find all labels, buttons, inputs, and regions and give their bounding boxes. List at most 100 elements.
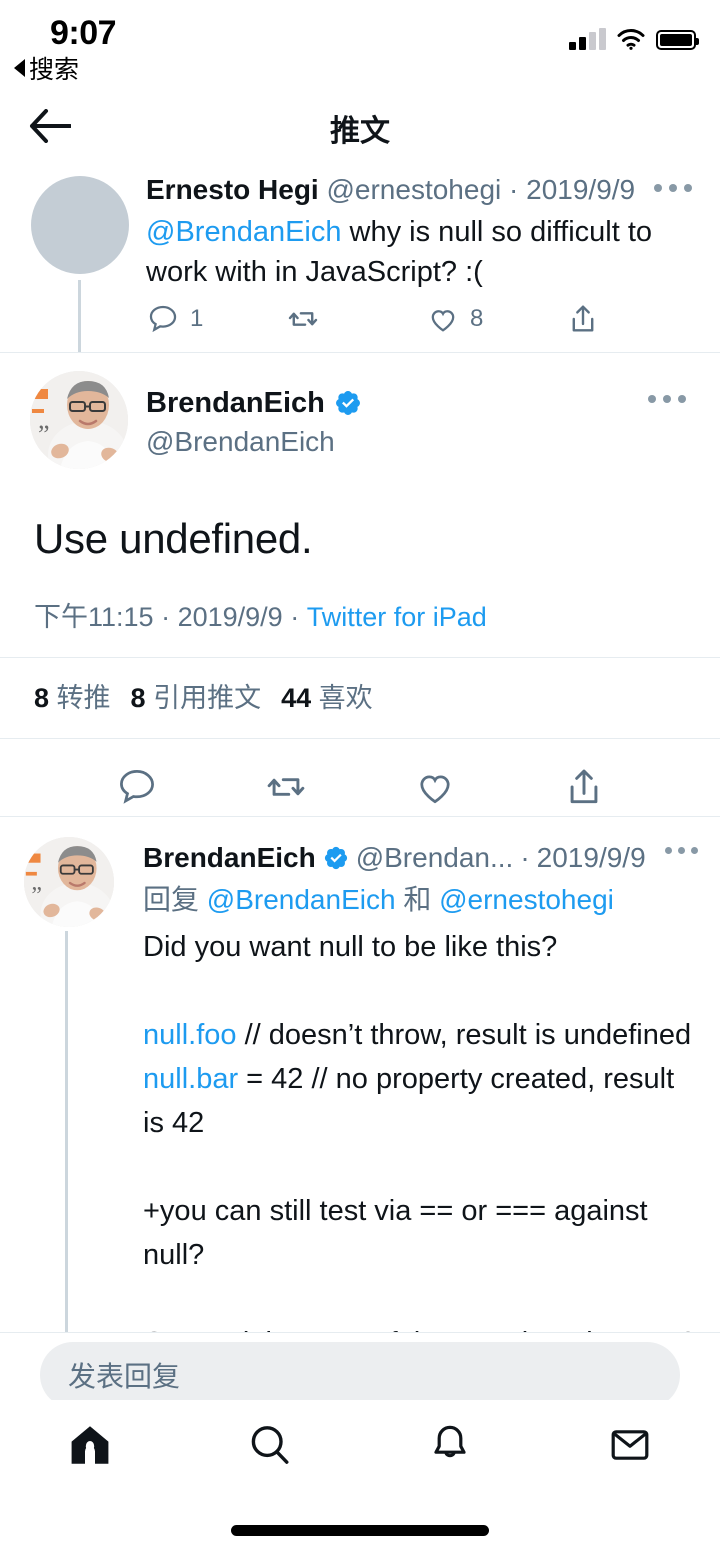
parent-retweet-button[interactable] xyxy=(286,302,426,336)
parent-share-button[interactable] xyxy=(566,302,600,336)
main-display-name-row: BrendanEich xyxy=(146,385,362,421)
main-display-name[interactable]: BrendanEich xyxy=(146,385,325,421)
main-tweet-header: ” BrendanEich @BrendanEich xyxy=(0,353,720,473)
tab-notifications[interactable] xyxy=(360,1421,540,1469)
status-bar: 9:07 搜索 xyxy=(0,0,720,90)
meta-sep-1: · xyxy=(161,602,171,632)
main-tweet: ” BrendanEich @BrendanEich Use undefined… xyxy=(0,353,720,835)
envelope-icon xyxy=(611,1430,649,1460)
parent-tweet-text: @BrendanEich why is null so difficult to… xyxy=(146,212,666,292)
like-count: 44 xyxy=(281,683,312,713)
replying-to-mention-2[interactable]: @ernestohegi xyxy=(439,884,614,915)
share-upload-icon xyxy=(572,305,594,332)
status-indicators xyxy=(569,28,699,50)
page-title: 推文 xyxy=(330,115,390,148)
tab-search[interactable] xyxy=(180,1421,360,1469)
tab-messages[interactable] xyxy=(540,1421,720,1469)
reply-code-link-1[interactable]: null.foo xyxy=(143,1019,237,1051)
wifi-icon xyxy=(617,28,645,50)
parent-reply-count: 1 xyxy=(190,305,204,332)
back-triangle-icon xyxy=(14,59,25,77)
parent-more-options-button[interactable] xyxy=(654,184,692,192)
quote-count: 8 xyxy=(130,683,146,713)
parent-tweet-actions: 1 8 xyxy=(146,302,646,336)
replying-to-mention-1[interactable]: @BrendanEich xyxy=(207,884,396,915)
main-tweet-stats: 8 转推 8 引用推文 44 喜欢 xyxy=(0,658,720,738)
retweet-stat[interactable]: 8 转推 xyxy=(34,683,111,713)
status-time: 9:07 xyxy=(50,14,117,52)
reply-handle[interactable]: @Brendan... xyxy=(356,839,514,877)
main-tweet-date: 2019/9/9 xyxy=(177,602,283,632)
avatar[interactable]: ” xyxy=(24,837,114,927)
status-back-label: 搜索 xyxy=(29,56,80,84)
reply-tweet-text: Did you want null to be like this? null.f… xyxy=(143,925,703,1333)
replying-to-row: 回复 @BrendanEich 和 @ernestohegi xyxy=(143,879,703,921)
reply-line-1: Did you want null to be like this? xyxy=(143,931,558,963)
reply-input[interactable]: 发表回复 xyxy=(40,1342,680,1408)
parent-date[interactable]: 2019/9/9 xyxy=(526,174,635,205)
retweet-icon xyxy=(267,778,304,796)
reply-code-link-2[interactable]: null.bar xyxy=(143,1063,238,1095)
parent-like-count: 8 xyxy=(470,305,484,332)
reply-icon xyxy=(119,770,154,804)
bottom-tab-bar xyxy=(0,1400,720,1490)
nav-header: 推文 xyxy=(0,90,720,162)
parent-handle[interactable]: @ernestohegi xyxy=(326,174,501,205)
retweet-count: 8 xyxy=(34,683,50,713)
parent-tweet-body: Ernesto Hegi @ernestohegi · 2019/9/9 @Br… xyxy=(146,172,666,292)
like-stat[interactable]: 44 喜欢 xyxy=(281,683,373,713)
parent-tweet[interactable]: Ernesto Hegi @ernestohegi · 2019/9/9 @Br… xyxy=(0,162,720,352)
like-label: 喜欢 xyxy=(318,683,373,713)
main-retweet-button[interactable] xyxy=(211,765,360,809)
like-heart-icon xyxy=(419,775,450,804)
thread-connector-line xyxy=(65,931,68,1333)
replying-prefix: 回复 xyxy=(143,884,207,915)
parent-tweet-header: Ernesto Hegi @ernestohegi · 2019/9/9 xyxy=(146,172,666,208)
avatar[interactable] xyxy=(31,176,129,274)
main-more-options-button[interactable] xyxy=(648,395,686,403)
share-upload-icon xyxy=(570,769,597,804)
main-tweet-author: BrendanEich @BrendanEich xyxy=(146,385,362,461)
bell-icon xyxy=(434,1425,466,1458)
like-heart-icon xyxy=(431,310,455,332)
verified-badge-icon xyxy=(324,846,347,870)
reply-date[interactable]: 2019/9/9 xyxy=(537,839,646,877)
tab-home[interactable] xyxy=(0,1421,180,1469)
reply-icon xyxy=(149,305,177,333)
avatar[interactable]: ” xyxy=(30,371,128,469)
parent-display-name[interactable]: Ernesto Hegi xyxy=(146,174,319,205)
main-handle[interactable]: @BrendanEich xyxy=(146,423,362,461)
retweet-icon xyxy=(288,312,318,326)
main-like-button[interactable] xyxy=(360,765,509,809)
svg-text:”: ” xyxy=(31,883,42,909)
retweet-label: 转推 xyxy=(56,683,111,713)
replying-conjunction: 和 xyxy=(395,884,440,915)
main-reply-button[interactable] xyxy=(62,765,211,809)
reply-tweet-body: BrendanEich @Brendan... · 2019/9/9 回复 @B… xyxy=(143,839,703,1333)
cellular-signal-icon xyxy=(569,28,606,50)
reply-tweet-header: BrendanEich @Brendan... · 2019/9/9 xyxy=(143,839,703,877)
main-tweet-time: 下午11:15 xyxy=(34,602,154,632)
main-share-button[interactable] xyxy=(509,765,658,809)
quote-label: 引用推文 xyxy=(153,683,262,713)
main-tweet-text: Use undefined. xyxy=(34,515,313,562)
reply-tweet[interactable]: ” BrendanEich @Brendan... · 2019/9/9 回复 … xyxy=(0,817,720,1333)
parent-reply-button[interactable]: 1 xyxy=(146,302,286,336)
main-tweet-meta: 下午11:15 · 2019/9/9 · Twitter for iPad xyxy=(0,565,720,657)
parent-mention-link[interactable]: @BrendanEich xyxy=(146,216,342,248)
search-icon xyxy=(251,1426,289,1464)
reply-display-name[interactable]: BrendanEich xyxy=(143,839,316,877)
reply-separator: · xyxy=(520,842,530,873)
meta-sep-2: · xyxy=(290,602,300,632)
quote-stat[interactable]: 8 引用推文 xyxy=(131,683,262,713)
verified-badge-icon xyxy=(335,391,360,415)
reply-code-rest-1: // doesn’t throw, result is undefined xyxy=(236,1019,692,1051)
tweet-detail-screen: 9:07 搜索 推文 Ernesto Hegi @ernestohegi · 2… xyxy=(0,0,720,1558)
status-back-to-app[interactable]: 搜索 xyxy=(14,50,79,86)
main-tweet-source-link[interactable]: Twitter for iPad xyxy=(307,602,487,632)
home-icon xyxy=(71,1426,109,1464)
svg-text:”: ” xyxy=(38,420,50,449)
parent-like-button[interactable]: 8 xyxy=(426,302,566,336)
battery-full-icon xyxy=(656,30,699,50)
reply-line-2: +you can still test via == or === agains… xyxy=(143,1195,656,1271)
